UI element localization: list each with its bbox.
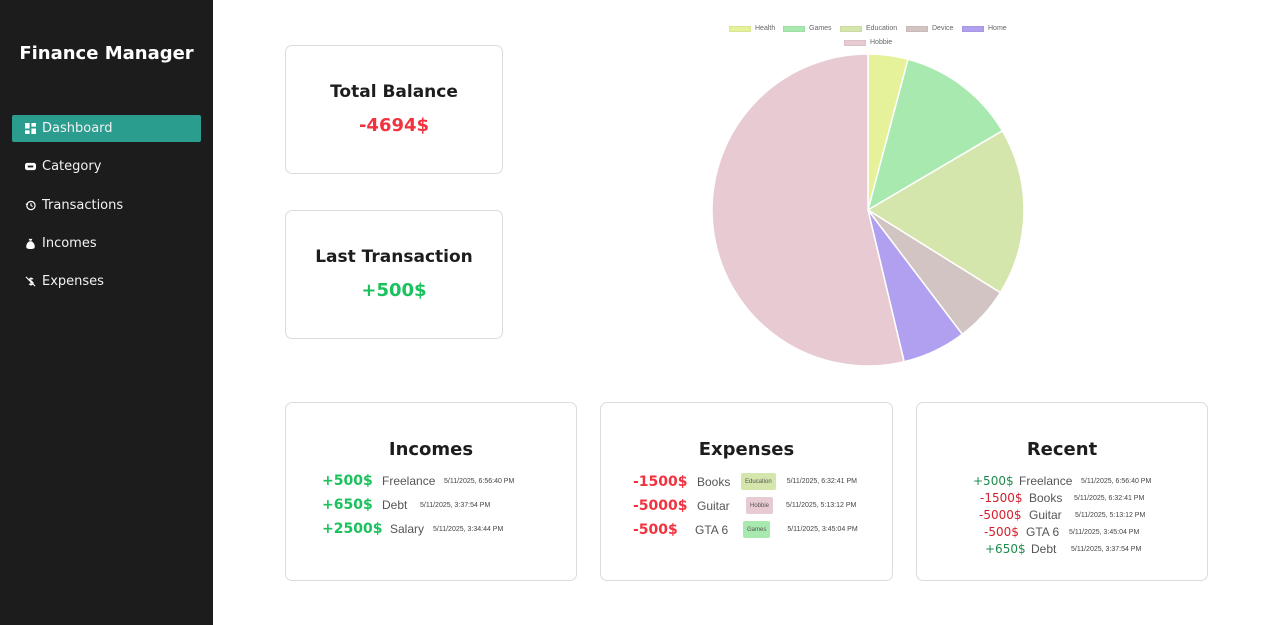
pie-svg xyxy=(711,53,1025,367)
expense-row[interactable]: -500$ GTA 6 Games 5/11/2025, 3:45:04 PM xyxy=(633,521,858,538)
total-balance-title: Total Balance xyxy=(330,82,458,102)
income-amount: +650$ xyxy=(322,497,373,513)
expense-amount: -1500$ xyxy=(633,473,688,490)
recent-row[interactable]: -5000$ Guitar 5/11/2025, 5:13:12 PM xyxy=(979,508,1145,522)
app-title: Finance Manager xyxy=(19,43,194,64)
recent-time: 5/11/2025, 6:32:41 PM xyxy=(1074,494,1145,502)
income-row[interactable]: +2500$ Salary 5/11/2025, 3:34:44 PM xyxy=(322,521,503,537)
recent-name: Books xyxy=(1029,491,1063,505)
recent-amount: -500$ xyxy=(984,525,1019,539)
recent-amount: +500$ xyxy=(973,474,1014,488)
expense-icon xyxy=(25,276,36,287)
recent-name: Debt xyxy=(1031,542,1057,556)
dashboard-icon xyxy=(25,123,36,134)
incomes-card: Incomes +500$ Freelance 5/11/2025, 6:56:… xyxy=(285,402,577,581)
expense-amount: -5000$ xyxy=(633,497,688,514)
recent-name: Guitar xyxy=(1029,508,1062,522)
last-transaction-value: +500$ xyxy=(361,280,427,301)
money-bag-icon xyxy=(25,238,36,249)
recent-row[interactable]: -500$ GTA 6 5/11/2025, 3:45:04 PM xyxy=(984,525,1139,539)
income-amount: +2500$ xyxy=(322,521,383,537)
expense-name: GTA 6 xyxy=(695,522,729,537)
recent-time: 5/11/2025, 3:37:54 PM xyxy=(1071,545,1142,553)
recent-time: 5/11/2025, 6:56:40 PM xyxy=(1081,477,1152,485)
category-tag: Education xyxy=(741,473,776,490)
sidebar-item-label: Dashboard xyxy=(42,121,113,136)
expense-name: Books xyxy=(697,474,731,489)
sidebar-item-label: Incomes xyxy=(42,235,97,251)
recent-time: 5/11/2025, 5:13:12 PM xyxy=(1075,511,1146,519)
income-name: Freelance xyxy=(382,474,436,488)
recent-row[interactable]: +500$ Freelance 5/11/2025, 6:56:40 PM xyxy=(973,474,1151,488)
income-time: 5/11/2025, 3:37:54 PM xyxy=(420,501,491,509)
income-amount: +500$ xyxy=(322,473,373,489)
sidebar-item-label: Category xyxy=(42,159,102,175)
sidebar-nav: Dashboard Category Transactions Incomes … xyxy=(12,115,201,306)
recent-card: Recent +500$ Freelance 5/11/2025, 6:56:4… xyxy=(916,402,1208,581)
expenses-card: Expenses -1500$ Books Education 5/11/202… xyxy=(600,402,893,581)
recent-amount: -1500$ xyxy=(980,491,1023,505)
income-time: 5/11/2025, 3:34:44 PM xyxy=(433,525,504,533)
expense-row[interactable]: -1500$ Books Education 5/11/2025, 6:32:4… xyxy=(633,473,857,490)
total-balance-card: Total Balance -4694$ xyxy=(285,45,503,174)
total-balance-value: -4694$ xyxy=(358,115,430,136)
income-time: 5/11/2025, 6:56:40 PM xyxy=(444,477,515,485)
recent-amount: +650$ xyxy=(985,542,1026,556)
expense-time: 5/11/2025, 3:45:04 PM xyxy=(787,526,858,533)
last-transaction-card: Last Transaction +500$ xyxy=(285,210,503,339)
income-row[interactable]: +650$ Debt 5/11/2025, 3:37:54 PM xyxy=(322,497,490,513)
incomes-title: Incomes xyxy=(388,439,474,460)
recent-amount: -5000$ xyxy=(979,508,1022,522)
sidebar-item-category[interactable]: Category xyxy=(12,153,201,180)
sidebar: Finance Manager Dashboard Category Trans… xyxy=(0,0,213,625)
expense-time: 5/11/2025, 6:32:41 PM xyxy=(786,478,857,485)
category-tag: Hobbie xyxy=(746,497,774,514)
income-row[interactable]: +500$ Freelance 5/11/2025, 6:56:40 PM xyxy=(322,473,514,489)
sidebar-item-transactions[interactable]: Transactions xyxy=(12,192,201,219)
expenses-title: Expenses xyxy=(698,439,795,460)
category-tag: Games xyxy=(743,521,771,538)
sidebar-item-label: Transactions xyxy=(42,197,124,213)
income-name: Salary xyxy=(390,522,425,536)
expense-amount: -500$ xyxy=(633,521,678,538)
income-name: Debt xyxy=(382,498,408,512)
recent-row[interactable]: +650$ Debt 5/11/2025, 3:37:54 PM xyxy=(985,542,1141,556)
recent-name: GTA 6 xyxy=(1026,525,1060,539)
sidebar-item-incomes[interactable]: Incomes xyxy=(12,230,201,257)
recent-time: 5/11/2025, 3:45:04 PM xyxy=(1069,528,1140,536)
recent-name: Freelance xyxy=(1019,474,1073,488)
sidebar-item-label: Expenses xyxy=(42,274,104,290)
last-transaction-title: Last Transaction xyxy=(315,247,473,267)
expense-row[interactable]: -5000$ Guitar Hobbie 5/11/2025, 5:13:12 … xyxy=(633,497,856,514)
category-icon xyxy=(25,161,36,172)
category-pie-chart: Health Games Education Device Home Hobbi… xyxy=(700,20,1040,375)
recent-title: Recent xyxy=(1026,439,1098,460)
recent-row[interactable]: -1500$ Books 5/11/2025, 6:32:41 PM xyxy=(980,491,1144,505)
sidebar-item-expenses[interactable]: Expenses xyxy=(12,268,201,295)
history-icon xyxy=(25,200,36,211)
sidebar-item-dashboard[interactable]: Dashboard xyxy=(12,115,201,142)
expense-time: 5/11/2025, 5:13:12 PM xyxy=(786,502,857,509)
expense-name: Guitar xyxy=(697,498,730,513)
